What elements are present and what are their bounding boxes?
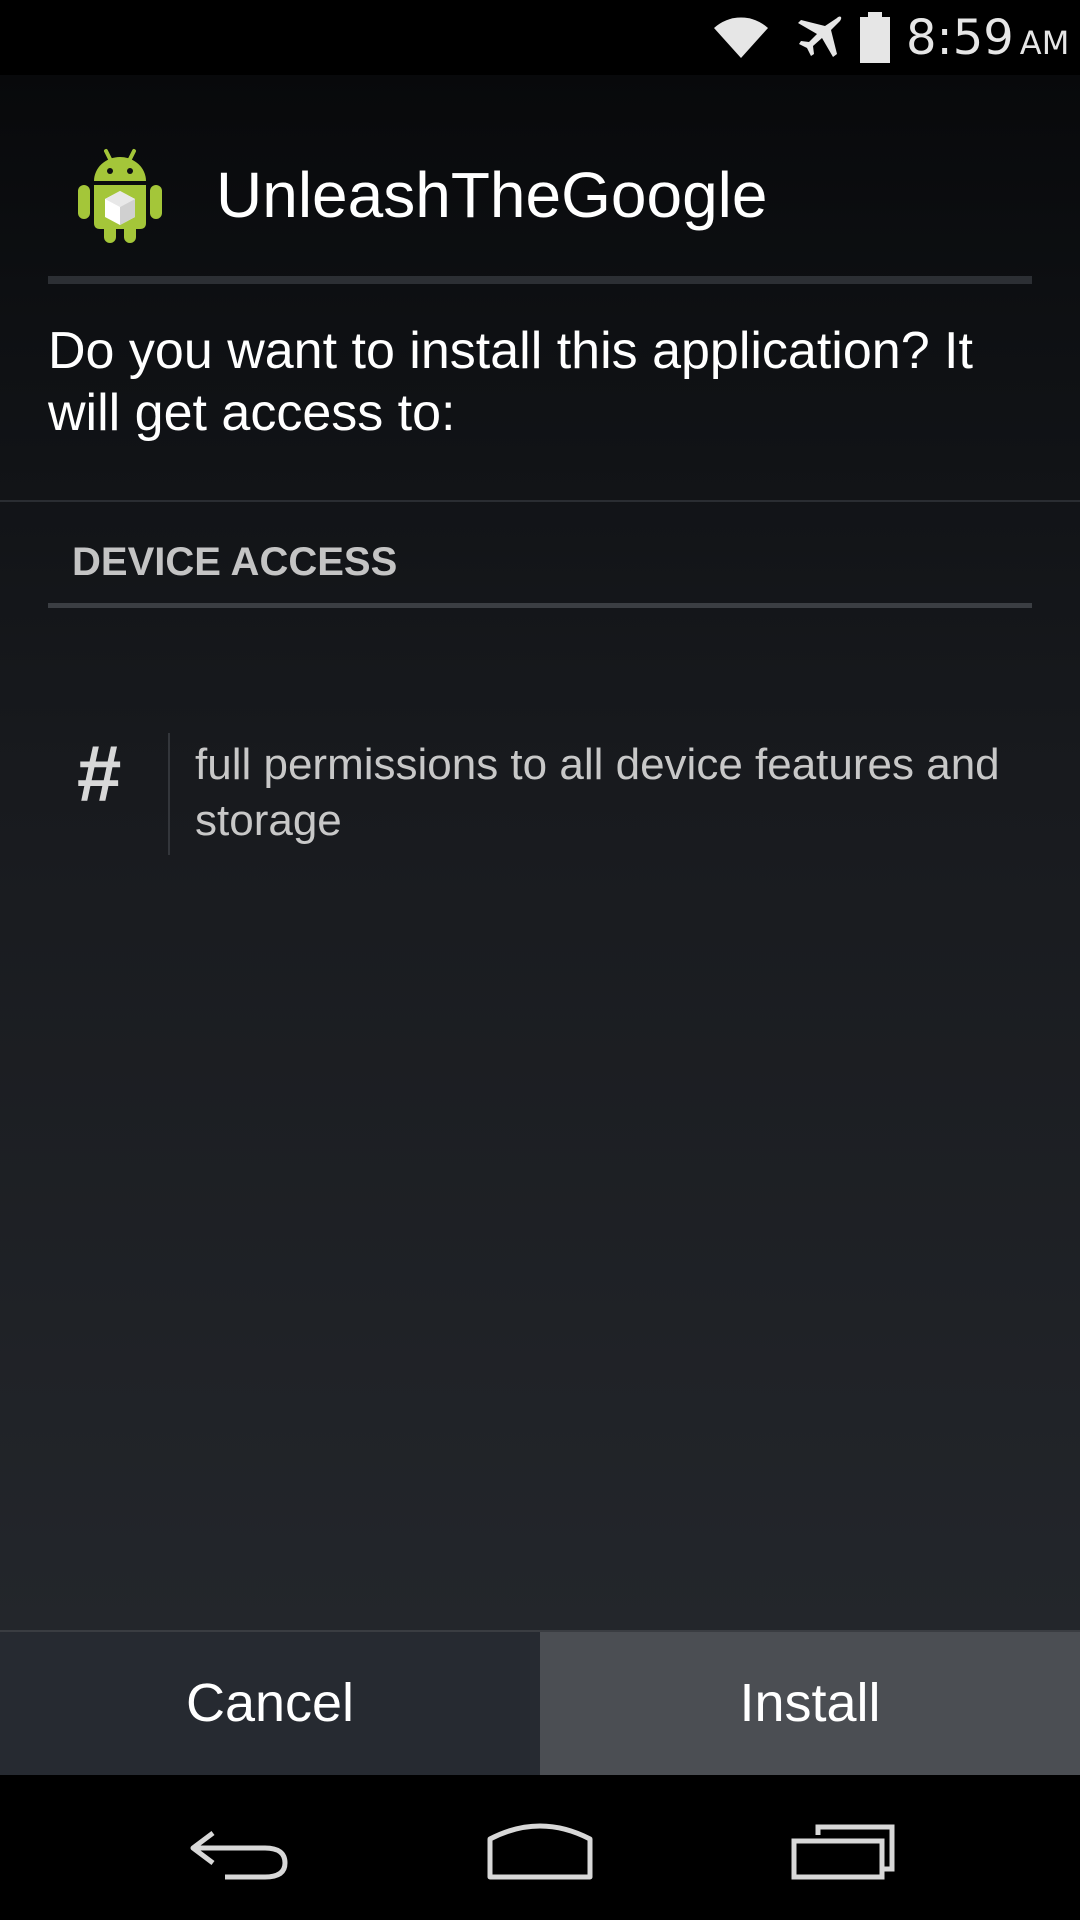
battery-icon xyxy=(860,12,890,63)
recents-icon[interactable] xyxy=(788,1815,898,1885)
header-divider xyxy=(48,276,1032,284)
button-bar: Cancel Install xyxy=(0,1630,1080,1775)
android-package-icon xyxy=(78,149,162,243)
permission-text: full permissions to all device features … xyxy=(195,740,1000,845)
back-icon[interactable] xyxy=(185,1815,295,1885)
install-dialog: UnleashTheGoogle Do you want to install … xyxy=(0,75,1080,1775)
section-divider xyxy=(0,500,1080,502)
hash-icon: # xyxy=(75,729,121,818)
clock-time: 8:59 xyxy=(906,10,1014,66)
cancel-button[interactable]: Cancel xyxy=(0,1632,540,1775)
app-header: UnleashTheGoogle xyxy=(0,75,1080,285)
section-heading-device-access: DEVICE ACCESS xyxy=(72,540,398,584)
section-underline xyxy=(48,603,1032,608)
permission-item: # full permissions to all device feature… xyxy=(48,715,1032,855)
app-name: UnleashTheGoogle xyxy=(216,159,768,231)
permission-separator xyxy=(168,733,170,855)
install-button[interactable]: Install xyxy=(540,1632,1080,1775)
wifi-icon xyxy=(714,17,768,58)
airplane-mode-icon xyxy=(798,16,842,57)
clock-ampm: AM xyxy=(1019,24,1070,62)
clock: 8:59 AM xyxy=(906,8,1069,68)
home-icon[interactable] xyxy=(480,1815,600,1885)
install-prompt: Do you want to install this application?… xyxy=(48,322,973,442)
navigation-bar xyxy=(0,1775,1080,1920)
status-bar: 8:59 AM xyxy=(0,0,1080,75)
